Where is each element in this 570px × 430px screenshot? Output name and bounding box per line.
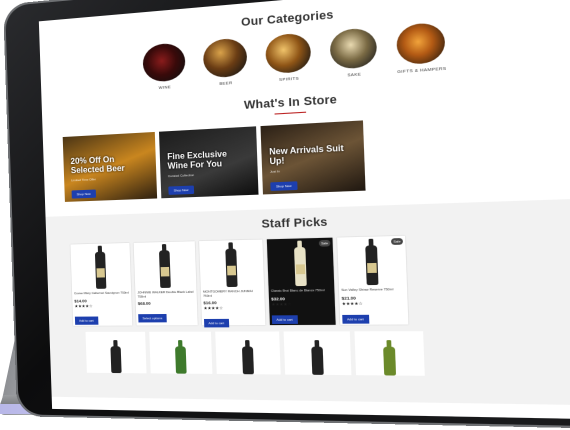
- promo-banners: 20% Off On Selected Beer Limited Time Of…: [62, 109, 570, 202]
- store-section: What's In Store 20% Off On Selected Beer…: [42, 79, 570, 203]
- category-label[interactable]: WINE: [159, 84, 171, 90]
- product-name[interactable]: Sun Valley Shiraz Reserve 750ml: [341, 287, 405, 293]
- staff-picks-section: Staff Picks Cuvee Misty Cabernet Sauvign…: [45, 198, 570, 406]
- category-spirits[interactable]: SPIRITS: [263, 32, 314, 83]
- promo-headline: New Arrivals Suit Up!: [269, 143, 344, 167]
- product-card[interactable]: Sale Classic Brut Blanc de Blancs 750ml …: [266, 237, 336, 326]
- add-to-cart-button[interactable]: Add to cart: [74, 316, 98, 325]
- product-rating: ★★★★☆: [271, 300, 292, 307]
- product-card[interactable]: [85, 331, 147, 374]
- promo-wine[interactable]: Fine Exclusive Wine For You Curated Coll…: [158, 126, 259, 199]
- sake-category-image[interactable]: [329, 27, 378, 70]
- product-name[interactable]: Cuvee Misty Cabernet Sauvignon 750ml: [74, 290, 129, 296]
- wine-category-image[interactable]: [142, 42, 186, 83]
- promo-headline: 20% Off On Selected Beer: [70, 154, 125, 176]
- product-card[interactable]: Sale Sun Valley Shiraz Reserve 750ml $21…: [337, 235, 409, 325]
- category-gifts[interactable]: GIFTS & HAMPERS: [394, 21, 449, 75]
- tablet-screen: Our Categories WINE BEER SPIRITS SAKE GI…: [38, 0, 570, 420]
- add-to-cart-button[interactable]: Add to cart: [203, 319, 229, 328]
- product-image[interactable]: [339, 238, 404, 286]
- category-label[interactable]: SPIRITS: [279, 75, 299, 82]
- shop-now-button[interactable]: Shop Now: [71, 189, 96, 199]
- bottle-icon: [94, 251, 107, 289]
- promo-headline: Fine Exclusive Wine For You: [167, 149, 228, 171]
- promo-beer[interactable]: 20% Off On Selected Beer Limited Time Of…: [62, 131, 158, 202]
- category-beer[interactable]: BEER: [201, 37, 251, 87]
- category-label[interactable]: GIFTS & HAMPERS: [397, 65, 446, 74]
- product-card[interactable]: [354, 331, 425, 376]
- product-price: $68.00: [137, 300, 151, 307]
- bottle-icon: [110, 346, 122, 374]
- select-options-button[interactable]: Select options: [138, 314, 167, 323]
- product-image[interactable]: [72, 245, 129, 289]
- product-card[interactable]: [283, 331, 352, 376]
- product-card[interactable]: [215, 331, 281, 375]
- bottle-icon: [225, 248, 238, 288]
- product-image[interactable]: [201, 242, 262, 288]
- promo-subtext: Just In: [269, 169, 280, 174]
- product-rating: [138, 306, 195, 307]
- bottle-icon: [158, 250, 171, 288]
- bottle-icon: [383, 346, 397, 376]
- product-grid: Cuvee Misty Cabernet Sauvignon 750ml $14…: [70, 231, 570, 328]
- bottle-icon: [294, 246, 307, 287]
- beer-category-image[interactable]: [202, 37, 248, 79]
- product-name[interactable]: JOHNNIE WALKER Double Black Label 750ml: [137, 290, 194, 299]
- product-card[interactable]: Cuvee Misty Cabernet Sauvignon 750ml $14…: [70, 242, 133, 326]
- category-wine[interactable]: WINE: [140, 42, 188, 91]
- category-label[interactable]: SAKE: [347, 71, 361, 77]
- sale-badge: Sale: [390, 238, 404, 245]
- product-card[interactable]: JOHNNIE WALKER Double Black Label 750ml …: [133, 241, 198, 326]
- spirits-category-image[interactable]: [265, 32, 312, 75]
- promo-subtext: Curated Collection: [167, 172, 195, 179]
- product-image[interactable]: [269, 240, 332, 287]
- bottle-icon: [175, 346, 187, 374]
- product-name[interactable]: MONTGOMERY RANCH JUNMAI 750ml: [203, 289, 262, 298]
- title-divider: [274, 111, 307, 115]
- product-card[interactable]: MONTGOMERY RANCH JUNMAI 750ml $16.00 ★★★…: [199, 239, 266, 328]
- bottle-icon: [365, 245, 379, 286]
- tablet-device: Our Categories WINE BEER SPIRITS SAKE GI…: [3, 0, 570, 430]
- promo-new-arrivals[interactable]: New Arrivals Suit Up! Just In Shop Now: [260, 120, 366, 195]
- add-to-cart-button[interactable]: Add to cart: [271, 314, 298, 324]
- bottle-icon: [311, 346, 324, 375]
- add-to-cart-button[interactable]: Add to cart: [342, 314, 369, 324]
- category-sake[interactable]: SAKE: [327, 27, 380, 79]
- bottle-icon: [241, 346, 254, 375]
- product-grid-row-2: [85, 331, 570, 377]
- shop-now-button[interactable]: Shop Now: [270, 181, 298, 191]
- gifts-category-image[interactable]: [396, 21, 446, 66]
- product-card[interactable]: [149, 331, 213, 374]
- promo-subtext: Limited Time Offer: [71, 177, 96, 183]
- product-rating: ★★★★☆: [74, 302, 93, 309]
- category-label[interactable]: BEER: [219, 80, 232, 86]
- product-rating: ★★★★☆: [341, 300, 363, 306]
- product-image[interactable]: [136, 243, 195, 288]
- shop-now-button[interactable]: Shop Now: [168, 185, 194, 195]
- sale-badge: Sale: [318, 239, 331, 247]
- product-rating: ★★★★☆: [203, 305, 224, 311]
- product-name[interactable]: Classic Brut Blanc de Blancs 750ml: [271, 288, 332, 294]
